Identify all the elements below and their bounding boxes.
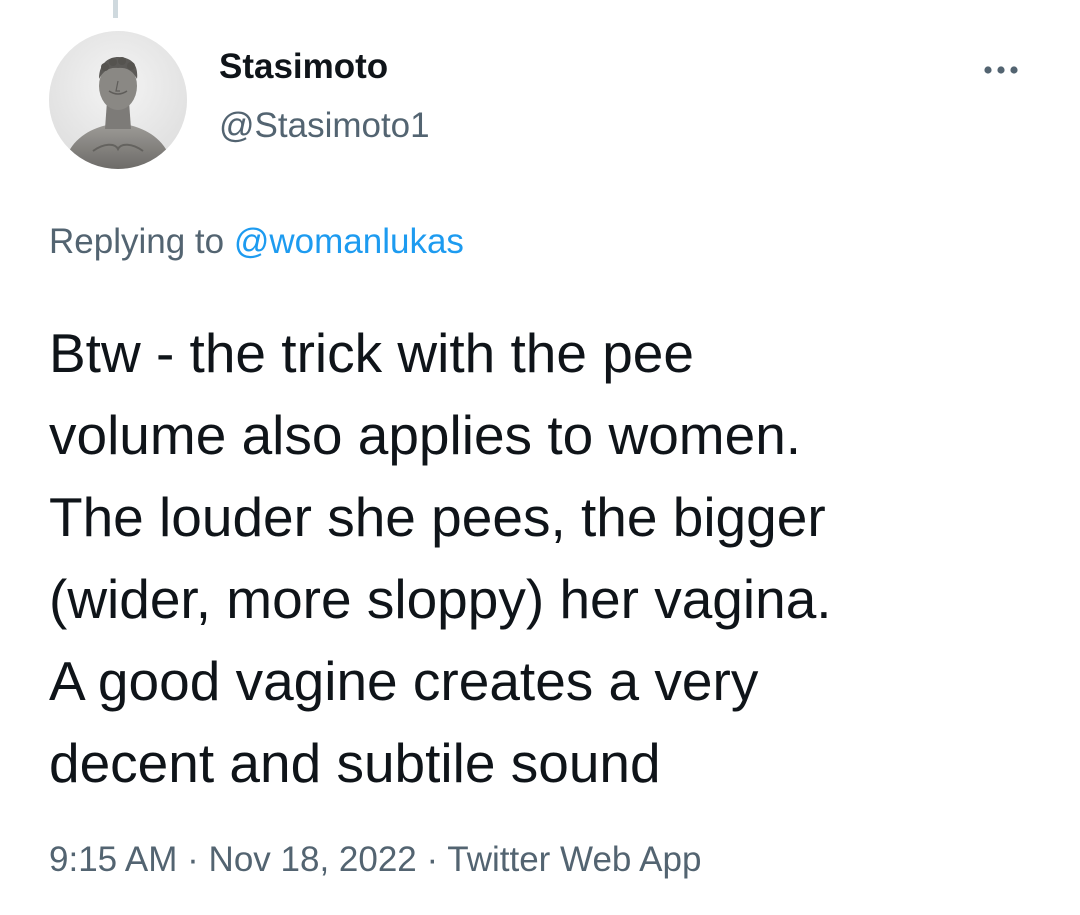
tweet-text-line: decent and subtile sound bbox=[49, 732, 661, 794]
tweet-text-line: (wider, more sloppy) her vagina. bbox=[49, 568, 832, 630]
tweet-source: Twitter Web App bbox=[447, 840, 702, 879]
tweet-text-line: A good vagine creates a very bbox=[49, 650, 759, 712]
meta-separator: · bbox=[187, 840, 199, 879]
tweet-time[interactable]: 9:15 AM bbox=[49, 840, 177, 879]
tweet-text-line: The louder she pees, the bigger bbox=[49, 486, 826, 548]
tweet-date[interactable]: Nov 18, 2022 bbox=[209, 840, 417, 879]
meta-separator: · bbox=[426, 840, 439, 879]
reply-mention-link[interactable]: @womanlukas bbox=[234, 222, 464, 261]
tweet-text-line: volume also applies to women. bbox=[49, 404, 802, 466]
tweet-metadata: 9:15 AM · Nov 18, 2022 · Twitter Web App bbox=[49, 840, 701, 880]
statue-bust-avatar-image bbox=[49, 31, 187, 169]
author-display-name[interactable]: Stasimoto bbox=[219, 47, 388, 87]
tweet-text: Btw - the trick with the pee volume also… bbox=[49, 312, 1049, 804]
avatar[interactable] bbox=[49, 31, 187, 169]
author-handle[interactable]: @Stasimoto1 bbox=[219, 106, 430, 146]
tweet-text-line: Btw - the trick with the pee bbox=[49, 322, 694, 384]
replying-to-label: Replying to bbox=[49, 222, 225, 261]
replying-to-line: Replying to @womanlukas bbox=[49, 222, 464, 262]
thread-connector-line bbox=[113, 0, 118, 18]
more-horizontal-icon[interactable] bbox=[975, 58, 1027, 82]
